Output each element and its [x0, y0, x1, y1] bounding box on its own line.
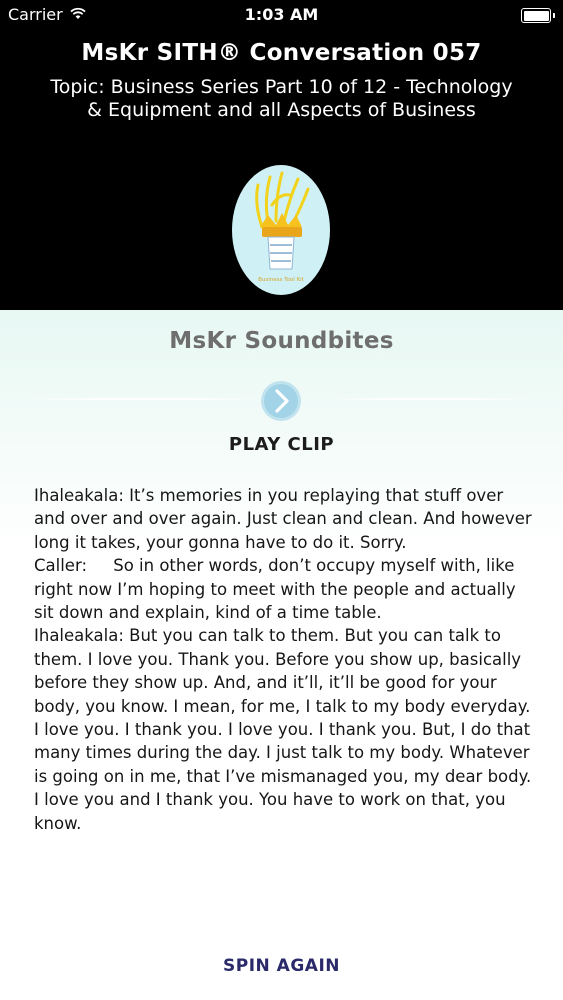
- status-bar: Carrier 1:03 AM: [0, 0, 563, 30]
- battery-icon: [521, 8, 555, 23]
- topic-text: Topic: Business Series Part 10 of 12 - T…: [50, 76, 513, 121]
- header: Carrier 1:03 AM MsKr SITH® Conversation …: [0, 0, 563, 310]
- soundbites-title: MsKr Soundbites: [169, 328, 394, 354]
- status-time: 1:03 AM: [244, 5, 319, 24]
- transcript-paragraph: Caller: So in other words, don’t occupy …: [34, 556, 521, 623]
- crown-hat-logo-icon: Business Tool Kit: [232, 165, 330, 295]
- play-clip-button[interactable]: PLAY CLIP: [0, 434, 563, 455]
- transcript-paragraph: Ihaleakala: But you can talk to them. Bu…: [34, 626, 537, 833]
- soundbites-panel: MsKr Soundbites PLAY CLIP Ihaleakala: It…: [0, 310, 563, 1000]
- divider-left: [30, 398, 260, 400]
- divider-right: [330, 398, 530, 400]
- page-title: MsKr SITH® Conversation 057: [81, 40, 482, 66]
- play-circle-icon[interactable]: [258, 380, 304, 422]
- transcript-text: Ihaleakala: It’s memories in you replayi…: [34, 484, 537, 835]
- logo-caption: Business Tool Kit: [258, 277, 305, 283]
- spin-again-button[interactable]: SPIN AGAIN: [0, 956, 563, 976]
- transcript-paragraph: Ihaleakala: It’s memories in you replayi…: [34, 486, 537, 552]
